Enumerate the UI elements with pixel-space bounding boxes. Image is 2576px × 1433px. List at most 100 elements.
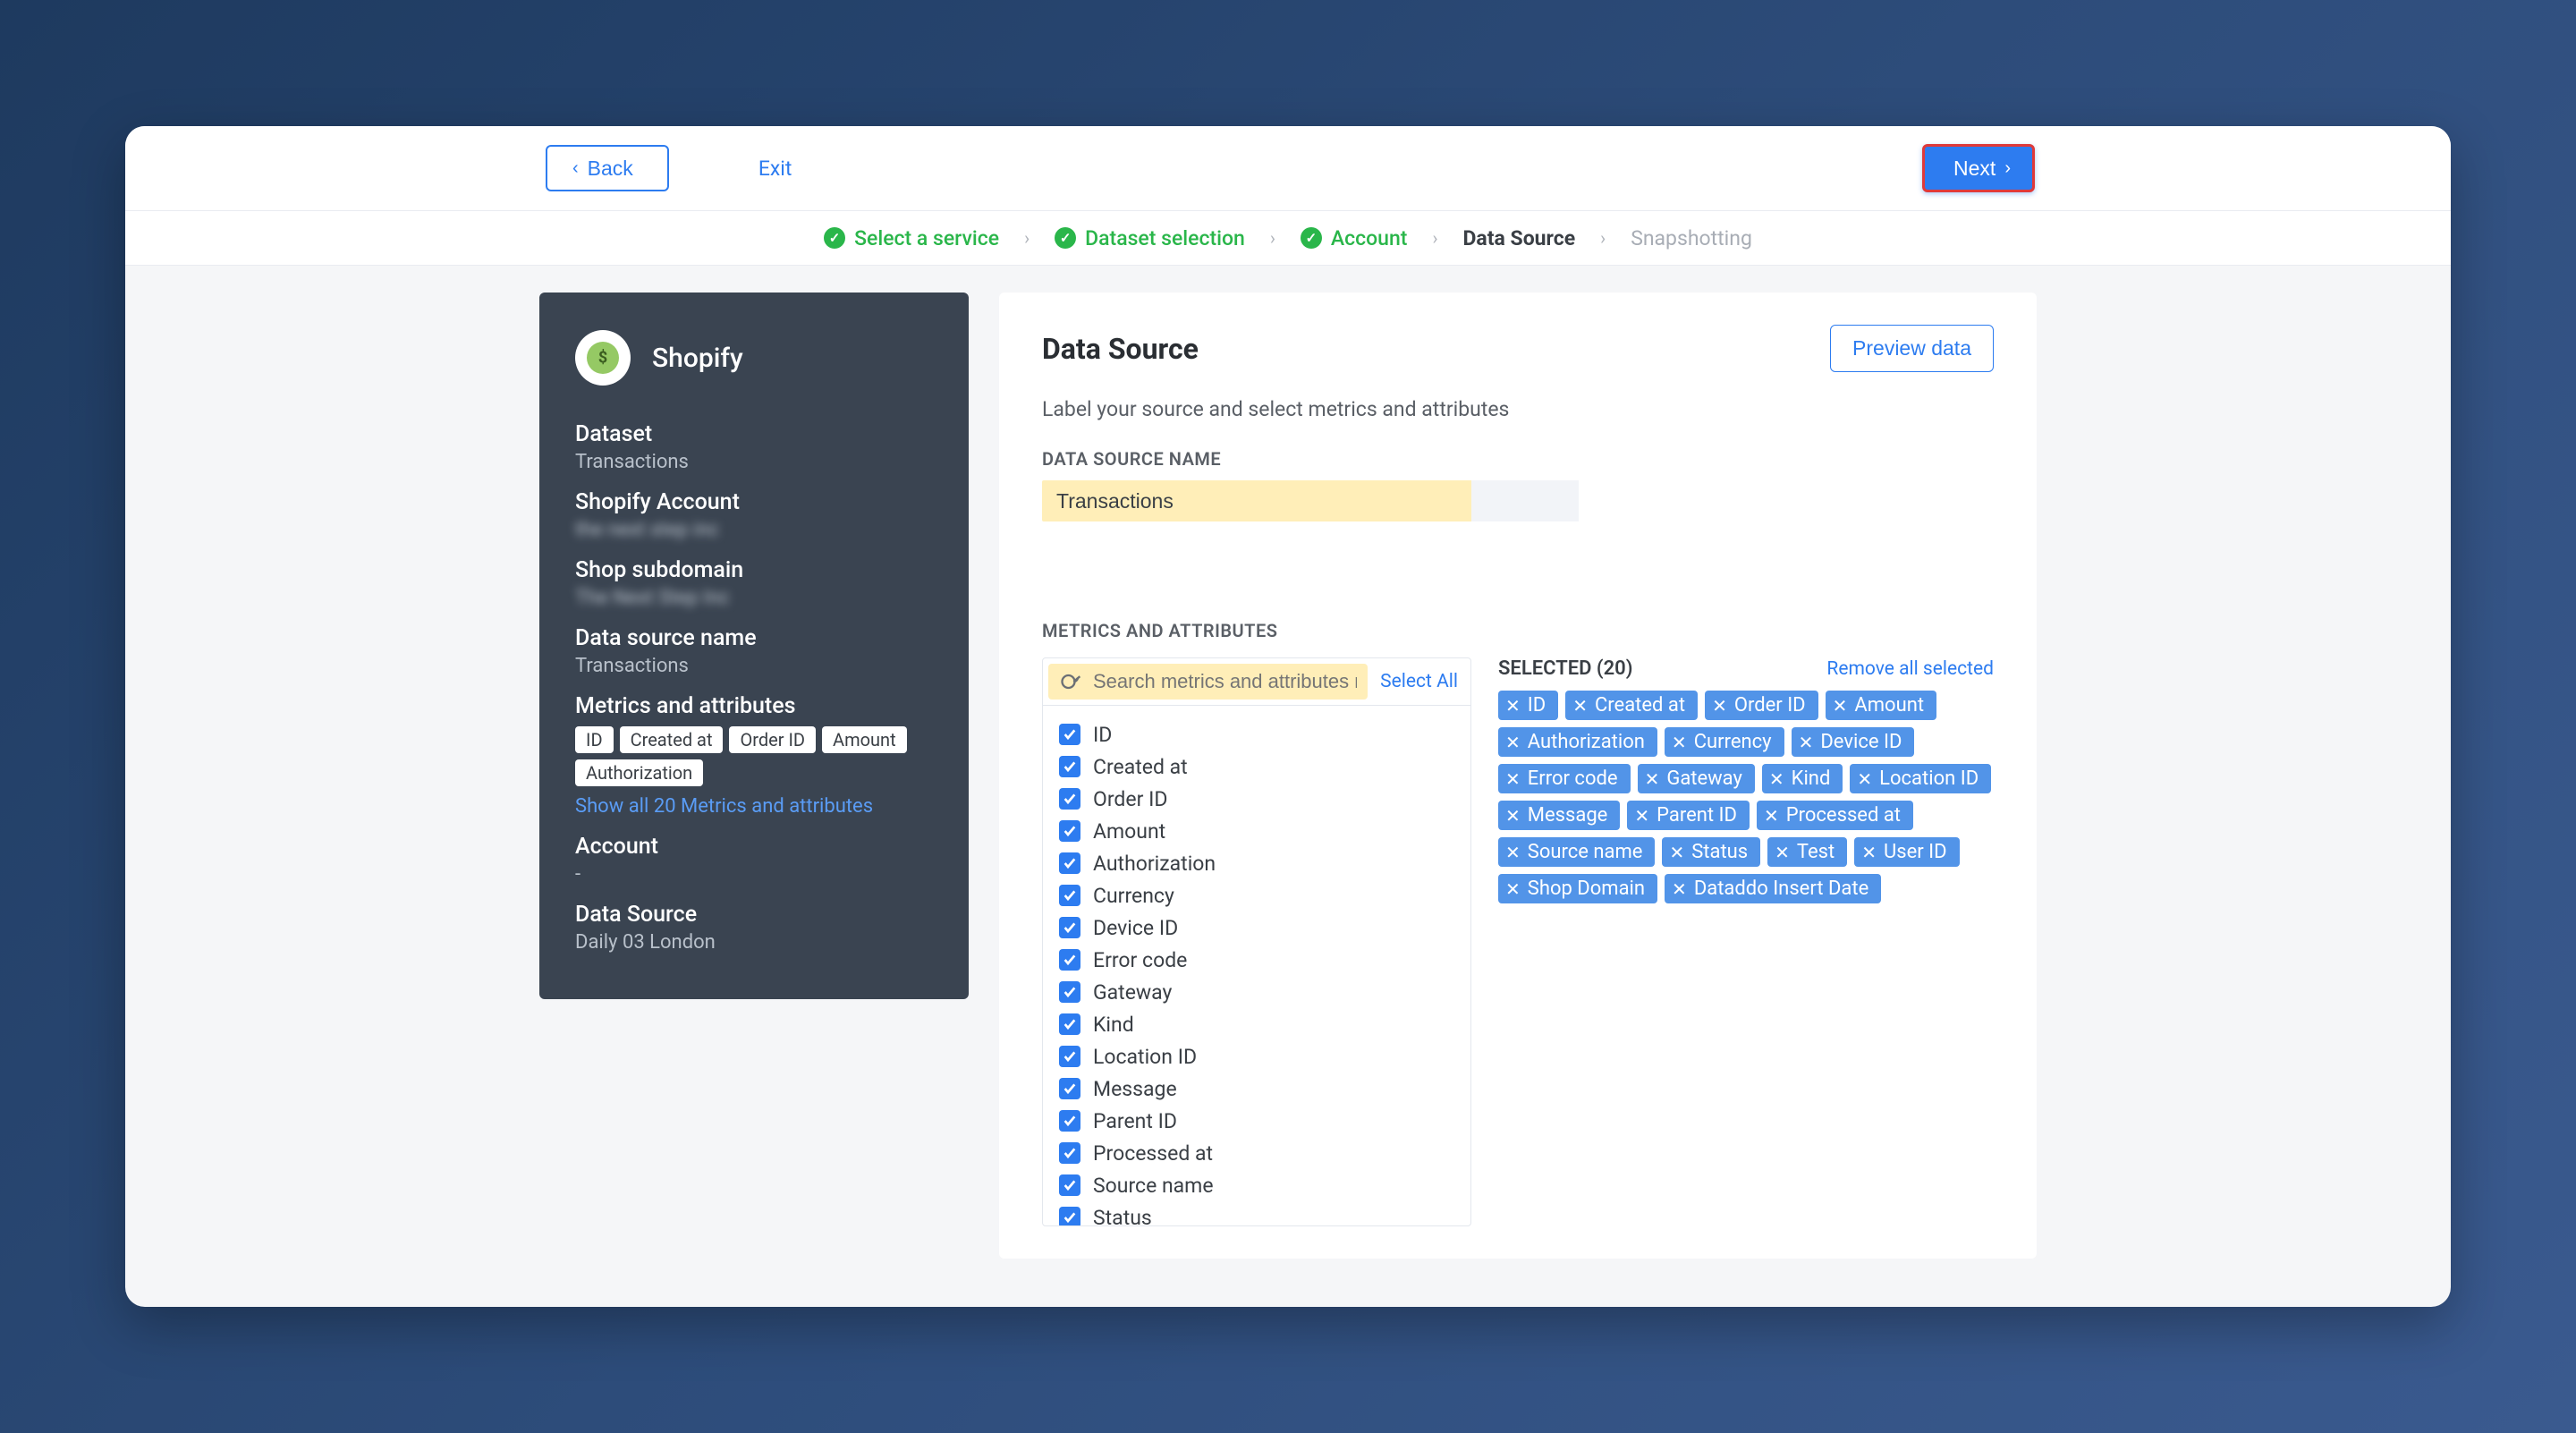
attribute-row[interactable]: Status: [1059, 1201, 1454, 1225]
exit-link[interactable]: Exit: [758, 157, 792, 181]
checkbox-checked-icon[interactable]: [1059, 1207, 1080, 1225]
attribute-row[interactable]: Created at: [1059, 750, 1454, 783]
step-dataset-selection[interactable]: ✓ Dataset selection: [1055, 226, 1245, 250]
close-icon[interactable]: ✕: [1764, 805, 1779, 827]
attribute-search-input[interactable]: [1093, 670, 1357, 693]
selected-chip[interactable]: ✕Error code: [1498, 764, 1631, 793]
preview-data-button[interactable]: Preview data: [1830, 325, 1994, 372]
close-icon[interactable]: ✕: [1669, 842, 1684, 863]
close-icon[interactable]: ✕: [1861, 842, 1877, 863]
selected-chip[interactable]: ✕ID: [1498, 691, 1558, 720]
step-select-service[interactable]: ✓ Select a service: [824, 226, 999, 250]
attribute-name[interactable]: Authorization: [1093, 852, 1216, 876]
checkbox-checked-icon[interactable]: [1059, 1174, 1080, 1196]
close-icon[interactable]: ✕: [1799, 732, 1814, 753]
close-icon[interactable]: ✕: [1572, 695, 1588, 716]
attribute-name[interactable]: Source name: [1093, 1174, 1214, 1198]
back-button[interactable]: ‹ Back: [546, 145, 669, 191]
attribute-row[interactable]: Source name: [1059, 1169, 1454, 1201]
attribute-row[interactable]: Amount: [1059, 815, 1454, 847]
selected-chip[interactable]: ✕Kind: [1762, 764, 1843, 793]
attribute-row[interactable]: Currency: [1059, 879, 1454, 912]
attribute-row[interactable]: Location ID: [1059, 1040, 1454, 1073]
checkbox-checked-icon[interactable]: [1059, 820, 1080, 842]
attribute-name[interactable]: Location ID: [1093, 1045, 1197, 1069]
selected-chip[interactable]: ✕Amount: [1826, 691, 1936, 720]
step-data-source[interactable]: Data Source: [1462, 226, 1575, 250]
close-icon[interactable]: ✕: [1645, 768, 1660, 790]
checkbox-checked-icon[interactable]: [1059, 724, 1080, 745]
close-icon[interactable]: ✕: [1712, 695, 1727, 716]
close-icon[interactable]: ✕: [1505, 695, 1521, 716]
data-source-name-input[interactable]: [1042, 480, 1471, 521]
close-icon[interactable]: ✕: [1634, 805, 1649, 827]
attribute-name[interactable]: Processed at: [1093, 1141, 1213, 1166]
step-account[interactable]: ✓ Account: [1301, 226, 1408, 250]
checkbox-checked-icon[interactable]: [1059, 917, 1080, 938]
attribute-search-box[interactable]: [1048, 664, 1368, 700]
attribute-row[interactable]: Message: [1059, 1073, 1454, 1105]
close-icon[interactable]: ✕: [1505, 732, 1521, 753]
attribute-name[interactable]: Status: [1093, 1206, 1152, 1226]
attribute-row[interactable]: Gateway: [1059, 976, 1454, 1008]
selected-chip[interactable]: ✕Shop Domain: [1498, 874, 1657, 903]
close-icon[interactable]: ✕: [1505, 805, 1521, 827]
checkbox-checked-icon[interactable]: [1059, 949, 1080, 971]
checkbox-checked-icon[interactable]: [1059, 1013, 1080, 1035]
close-icon[interactable]: ✕: [1769, 768, 1784, 790]
checkbox-checked-icon[interactable]: [1059, 852, 1080, 874]
sidebar-show-all-link[interactable]: Show all 20 Metrics and attributes: [575, 795, 933, 818]
attribute-row[interactable]: Parent ID: [1059, 1105, 1454, 1137]
attribute-name[interactable]: Error code: [1093, 948, 1187, 972]
close-icon[interactable]: ✕: [1672, 878, 1687, 900]
checkbox-checked-icon[interactable]: [1059, 981, 1080, 1003]
close-icon[interactable]: ✕: [1505, 842, 1521, 863]
selected-chip[interactable]: ✕User ID: [1854, 837, 1959, 867]
attribute-row[interactable]: Kind: [1059, 1008, 1454, 1040]
attribute-name[interactable]: Device ID: [1093, 916, 1178, 940]
attribute-name[interactable]: Gateway: [1093, 980, 1172, 1005]
selected-chip[interactable]: ✕Parent ID: [1627, 801, 1750, 830]
close-icon[interactable]: ✕: [1505, 878, 1521, 900]
selected-chip[interactable]: ✕Location ID: [1850, 764, 1991, 793]
attribute-name[interactable]: Message: [1093, 1077, 1177, 1101]
attribute-row[interactable]: Authorization: [1059, 847, 1454, 879]
selected-chip[interactable]: ✕Gateway: [1638, 764, 1755, 793]
selected-chip[interactable]: ✕Currency: [1665, 727, 1784, 757]
attribute-name[interactable]: Created at: [1093, 755, 1188, 779]
next-button[interactable]: Next ›: [1922, 144, 2035, 192]
close-icon[interactable]: ✕: [1672, 732, 1687, 753]
selected-chip[interactable]: ✕Created at: [1565, 691, 1698, 720]
attribute-name[interactable]: Order ID: [1093, 787, 1167, 811]
attribute-row[interactable]: Order ID: [1059, 783, 1454, 815]
attribute-name[interactable]: Parent ID: [1093, 1109, 1177, 1133]
selected-chip[interactable]: ✕Message: [1498, 801, 1620, 830]
close-icon[interactable]: ✕: [1505, 768, 1521, 790]
selected-chip[interactable]: ✕Test: [1767, 837, 1847, 867]
attribute-row[interactable]: ID: [1059, 718, 1454, 750]
checkbox-checked-icon[interactable]: [1059, 1046, 1080, 1067]
checkbox-checked-icon[interactable]: [1059, 756, 1080, 777]
checkbox-checked-icon[interactable]: [1059, 1110, 1080, 1132]
selected-chip[interactable]: ✕Processed at: [1757, 801, 1913, 830]
selected-chip[interactable]: ✕Authorization: [1498, 727, 1657, 757]
close-icon[interactable]: ✕: [1775, 842, 1790, 863]
close-icon[interactable]: ✕: [1857, 768, 1872, 790]
checkbox-checked-icon[interactable]: [1059, 1142, 1080, 1164]
checkbox-checked-icon[interactable]: [1059, 1078, 1080, 1099]
attribute-list[interactable]: ID Created at Order ID Amount Authorization C…: [1043, 706, 1470, 1225]
selected-chip[interactable]: ✕Status: [1662, 837, 1760, 867]
attribute-row[interactable]: Processed at: [1059, 1137, 1454, 1169]
checkbox-checked-icon[interactable]: [1059, 788, 1080, 810]
checkbox-checked-icon[interactable]: [1059, 885, 1080, 906]
selected-chip[interactable]: ✕Source name: [1498, 837, 1655, 867]
remove-all-link[interactable]: Remove all selected: [1826, 658, 1994, 680]
attribute-row[interactable]: Error code: [1059, 944, 1454, 976]
attribute-name[interactable]: ID: [1093, 723, 1112, 747]
select-all-link[interactable]: Select All: [1380, 671, 1458, 692]
selected-chip[interactable]: ✕Order ID: [1705, 691, 1818, 720]
selected-chip[interactable]: ✕Dataddo Insert Date: [1665, 874, 1881, 903]
attribute-name[interactable]: Amount: [1093, 819, 1165, 844]
selected-chip[interactable]: ✕Device ID: [1792, 727, 1915, 757]
step-snapshotting[interactable]: Snapshotting: [1631, 226, 1752, 250]
